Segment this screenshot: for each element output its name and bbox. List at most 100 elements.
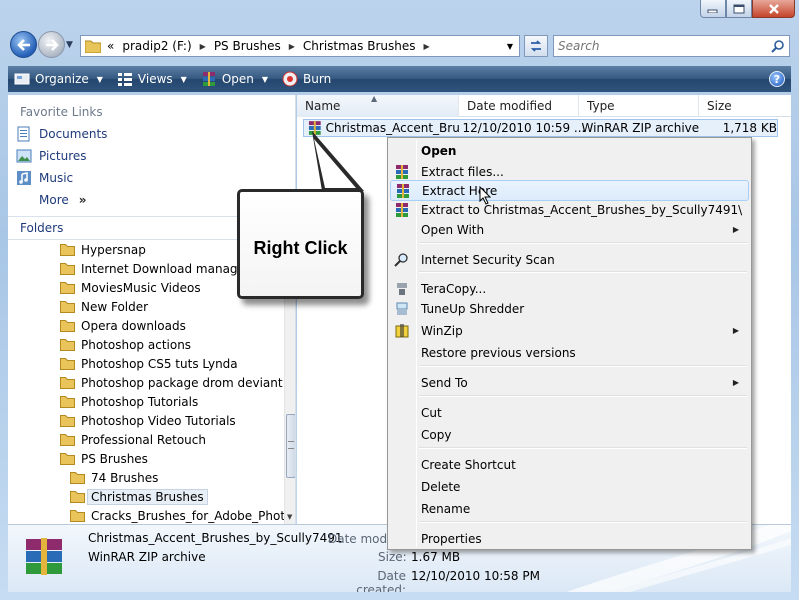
menu-item-open-with[interactable]: Open With ▶ bbox=[390, 219, 749, 240]
breadcrumb-arrow-icon[interactable]: ▶ bbox=[424, 42, 430, 51]
favorite-music[interactable]: Music bbox=[8, 167, 295, 189]
column-date-modified[interactable]: Date modified bbox=[459, 95, 579, 117]
menu-item-extract-here[interactable]: Extract Here bbox=[390, 180, 749, 201]
breadcrumb-overflow[interactable]: « bbox=[107, 39, 114, 53]
refresh-button[interactable] bbox=[524, 35, 548, 57]
tree-folder-item[interactable]: Cracks_Brushes_for_Adobe_Photoshop bbox=[8, 506, 295, 525]
menu-item-open[interactable]: Open bbox=[390, 140, 749, 161]
folder-icon bbox=[60, 244, 75, 256]
pictures-icon bbox=[16, 149, 32, 163]
menu-item-teracopy[interactable]: TeraCopy... bbox=[390, 278, 749, 299]
tree-folder-item[interactable]: Professional Retouch bbox=[8, 430, 284, 449]
back-button[interactable] bbox=[10, 31, 37, 58]
close-button[interactable] bbox=[752, 0, 795, 18]
address-bar[interactable]: « pradip2 (F:) ▶ PS Brushes ▶ Christmas … bbox=[80, 35, 520, 57]
column-size[interactable]: Size bbox=[699, 95, 791, 117]
menu-item-label: Send To bbox=[421, 375, 468, 390]
tree-folder-item[interactable]: Christmas Brushes bbox=[8, 487, 284, 506]
folder-icon bbox=[70, 491, 85, 503]
tree-folder-label: Photoshop Video Tutorials bbox=[81, 413, 236, 428]
tree-folder-item[interactable]: Photoshop package drom deviant art bbox=[8, 373, 295, 392]
column-type-label: Type bbox=[587, 99, 615, 113]
tree-folder-item[interactable]: 74 Brushes bbox=[8, 468, 284, 487]
breadcrumb-arrow-icon[interactable]: ▶ bbox=[289, 42, 295, 51]
menu-item-winzip[interactable]: WinZip ▶ bbox=[390, 320, 749, 341]
minimize-icon bbox=[707, 9, 718, 13]
menu-item-create-shortcut[interactable]: Create Shortcut bbox=[390, 454, 749, 475]
tree-folder-item[interactable]: PS Brushes bbox=[8, 449, 284, 468]
menu-item-internet-security-scan[interactable]: Internet Security Scan bbox=[390, 249, 749, 270]
menu-item-tuneup-shredder[interactable]: TuneUp Shredder bbox=[390, 298, 749, 319]
forward-arrow-icon bbox=[45, 38, 59, 51]
column-name[interactable]: ▲ Name bbox=[297, 94, 459, 117]
forward-button[interactable] bbox=[38, 31, 65, 58]
views-icon bbox=[117, 73, 132, 86]
breadcrumb-christmas-brushes[interactable]: Christmas Brushes bbox=[301, 39, 418, 53]
tree-folder-label: Photoshop CS5 tuts Lynda bbox=[81, 356, 238, 371]
tree-folder-item[interactable]: Photoshop actions bbox=[8, 335, 284, 354]
menu-item-extract-to-christmas-accent-br[interactable]: Extract to Christmas_Accent_Brushes_by_S… bbox=[390, 199, 749, 220]
file-size: 1,718 KB bbox=[722, 121, 777, 135]
music-icon bbox=[17, 171, 31, 185]
menu-item-properties[interactable]: Properties bbox=[390, 528, 749, 549]
breadcrumb-drive[interactable]: pradip2 (F:) bbox=[120, 39, 193, 53]
column-name-label: Name bbox=[305, 99, 341, 113]
menu-item-extract-files[interactable]: Extract files... bbox=[390, 161, 749, 182]
views-label: Views bbox=[137, 72, 173, 86]
favorite-documents[interactable]: Documents bbox=[8, 123, 295, 145]
search-box[interactable] bbox=[553, 35, 790, 57]
tree-folder-item[interactable]: Photoshop CS5 tuts Lynda bbox=[8, 354, 284, 373]
help-button[interactable]: ? bbox=[769, 71, 785, 87]
burn-button[interactable]: Burn bbox=[276, 66, 339, 92]
organize-menu[interactable]: Organize ▼ bbox=[8, 66, 111, 92]
folder-icon bbox=[60, 263, 75, 275]
refresh-icon bbox=[530, 40, 542, 52]
details-size-label: Size: bbox=[378, 550, 407, 564]
menu-item-cut[interactable]: Cut bbox=[390, 402, 749, 423]
tree-folder-item[interactable]: New Folder bbox=[8, 297, 284, 316]
search-icon[interactable] bbox=[771, 39, 785, 53]
tree-folder-label: Photoshop Tutorials bbox=[81, 394, 199, 409]
menu-item-rename[interactable]: Rename bbox=[390, 498, 749, 519]
menu-item-delete[interactable]: Delete bbox=[390, 476, 749, 497]
tree-folder-item[interactable]: Photoshop Tutorials bbox=[8, 392, 284, 411]
folder-icon bbox=[60, 339, 75, 351]
menu-separator bbox=[419, 242, 747, 244]
menu-separator bbox=[419, 447, 747, 449]
right-click-callout: Right Click bbox=[237, 189, 364, 299]
file-row[interactable]: Christmas_Accent_Brushes_by_Scully7491 1… bbox=[303, 119, 778, 137]
maximize-button[interactable] bbox=[726, 0, 752, 18]
tree-folder-label: Internet Download manager bbox=[81, 261, 250, 276]
menu-item-copy[interactable]: Copy bbox=[390, 424, 749, 445]
menu-separator bbox=[419, 521, 747, 523]
breadcrumb-arrow-icon[interactable]: ▶ bbox=[200, 42, 206, 51]
column-type[interactable]: Type bbox=[579, 95, 699, 117]
recent-pages-dropdown[interactable]: ▼ bbox=[66, 40, 73, 50]
scroll-down-icon[interactable]: ▼ bbox=[287, 513, 292, 521]
menu-item-restore-previous-versions[interactable]: Restore previous versions bbox=[390, 342, 749, 363]
favorite-pictures[interactable]: Pictures bbox=[8, 145, 295, 167]
menu-item-send-to[interactable]: Send To ▶ bbox=[390, 372, 749, 393]
file-date: 12/10/2010 10:59 ... bbox=[462, 121, 586, 135]
menu-separator bbox=[419, 271, 747, 273]
search-input[interactable] bbox=[558, 39, 758, 53]
documents-icon bbox=[17, 126, 30, 142]
folder-icon bbox=[70, 472, 85, 484]
double-chevron-icon: » bbox=[78, 193, 87, 207]
callout-pointer bbox=[312, 131, 364, 191]
minimize-button[interactable] bbox=[700, 0, 726, 18]
submenu-arrow-icon: ▶ bbox=[732, 326, 739, 335]
breadcrumb-ps-brushes[interactable]: PS Brushes bbox=[212, 39, 283, 53]
scrollbar-grip bbox=[288, 441, 294, 449]
open-menu[interactable]: Open ▼ bbox=[195, 66, 276, 92]
views-menu[interactable]: Views ▼ bbox=[111, 66, 195, 92]
menu-item-label: Create Shortcut bbox=[421, 457, 516, 472]
folders-label: Folders bbox=[20, 221, 64, 235]
tree-folder-item[interactable]: Photoshop Video Tutorials bbox=[8, 411, 284, 430]
column-headers: ▲ Name Date modified Type Size bbox=[297, 94, 791, 117]
address-dropdown-icon[interactable]: ▼ bbox=[501, 36, 519, 56]
scrollbar-thumb[interactable] bbox=[286, 414, 295, 478]
menu-item-label: Open With bbox=[421, 222, 485, 237]
folder-icon bbox=[60, 320, 75, 332]
tree-folder-item[interactable]: Opera downloads bbox=[8, 316, 284, 335]
